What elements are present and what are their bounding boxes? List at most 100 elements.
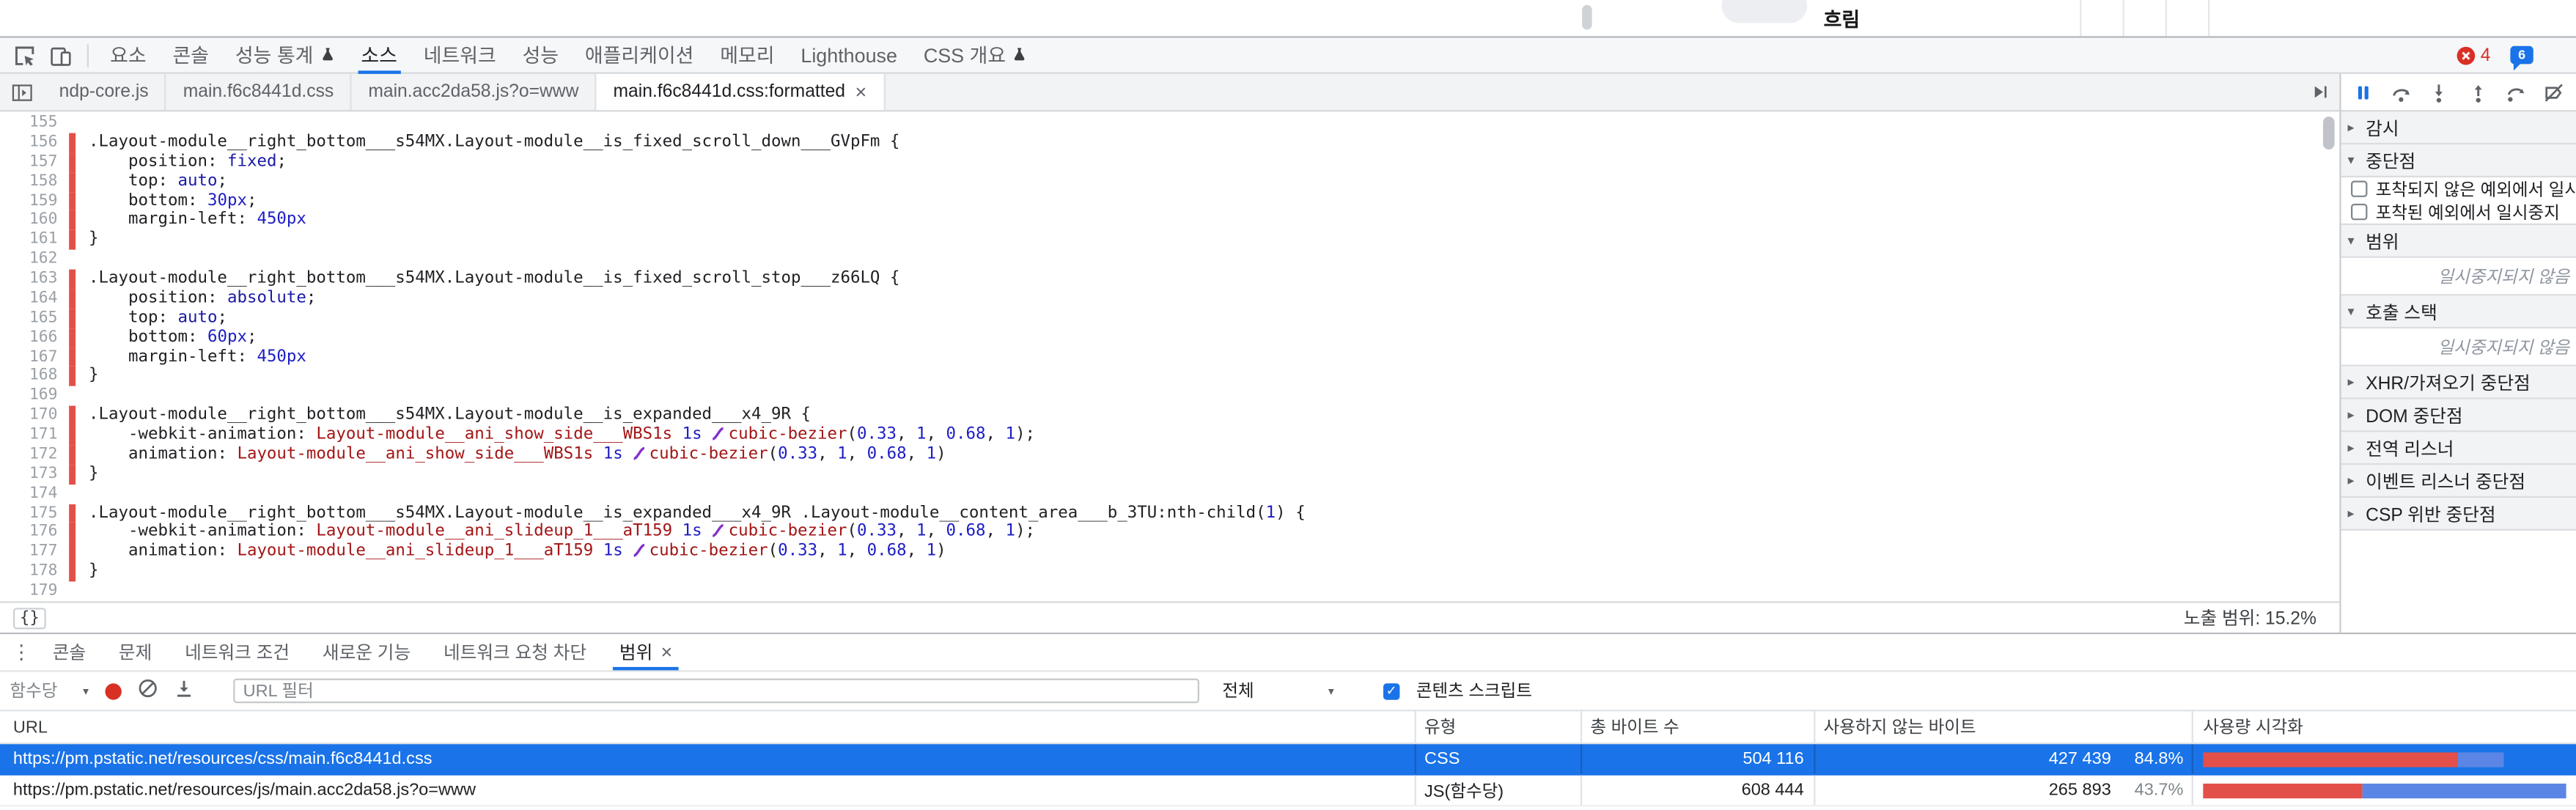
line-number[interactable]: 179 (0, 581, 66, 601)
section-csp-violation-breakpoints[interactable]: ▸ CSP 위반 중단점 (2341, 498, 2576, 531)
line-number[interactable]: 156 (0, 133, 66, 152)
checkbox-unchecked[interactable] (2351, 204, 2367, 220)
line-number[interactable]: 165 (0, 309, 66, 328)
console-error-badge[interactable]: 4 (2456, 45, 2490, 65)
code-line[interactable]: 163.Layout-module__right_bottom___s54MX.… (0, 270, 2339, 290)
page-pill-button[interactable] (1722, 0, 1808, 23)
line-number[interactable]: 174 (0, 484, 66, 504)
line-number[interactable]: 178 (0, 562, 66, 582)
code-editor[interactable]: 155156.Layout-module__right_bottom___s54… (0, 111, 2339, 601)
code-line[interactable]: 172 animation: Layout-module__ani_show_s… (0, 445, 2339, 465)
file-tab-main-css-formatted[interactable]: main.f6c8441d.css:formatted × (597, 74, 885, 110)
step-out-button[interactable] (2463, 77, 2492, 106)
line-number[interactable]: 172 (0, 445, 66, 465)
kebab-menu-icon[interactable]: ⋮ (7, 634, 36, 670)
file-tab-ndp-core[interactable]: ndp-core.js (43, 74, 166, 110)
code-line[interactable]: 178} (0, 562, 2339, 582)
drawer-tab-network-request-blocking[interactable]: 네트워크 요청 차단 (427, 634, 603, 670)
tab-application[interactable]: 애플리케이션 (572, 38, 707, 73)
drawer-tab-issues[interactable]: 문제 (103, 634, 169, 670)
inspect-icon[interactable] (7, 37, 43, 73)
column-header-url[interactable]: URL (0, 711, 1416, 743)
tab-performance-insights[interactable]: 성능 통계 (222, 38, 347, 73)
more-tabs-icon[interactable] (2300, 74, 2340, 110)
line-number[interactable]: 175 (0, 504, 66, 523)
line-number[interactable]: 177 (0, 542, 66, 562)
line-number[interactable]: 176 (0, 523, 66, 543)
table-row[interactable]: https://pm.pstatic.net/resources/css/mai… (0, 744, 2576, 776)
section-call-stack[interactable]: ▾ 호출 스택 (2341, 295, 2576, 328)
step-button[interactable] (2500, 77, 2530, 106)
bezier-curve-swatch[interactable] (712, 427, 725, 447)
pretty-print-button[interactable]: {} (13, 607, 46, 628)
export-coverage-button[interactable] (174, 676, 194, 705)
column-header-usage-visualization[interactable]: 사용량 시각화 (2193, 711, 2576, 743)
close-icon[interactable]: × (855, 82, 866, 102)
section-xhr-breakpoints[interactable]: ▸ XHR/가져오기 중단점 (2341, 367, 2576, 400)
tab-lighthouse[interactable]: Lighthouse (787, 38, 910, 73)
section-scope[interactable]: ▾ 범위 (2341, 225, 2576, 258)
code-line[interactable]: 175.Layout-module__right_bottom___s54MX.… (0, 504, 2339, 523)
pause-button[interactable] (2349, 77, 2378, 106)
code-line[interactable]: 161} (0, 230, 2339, 250)
section-breakpoints[interactable]: ▾ 중단점 (2341, 144, 2576, 177)
line-number[interactable]: 155 (0, 114, 66, 133)
coverage-type-select[interactable]: 함수당 ▾ (10, 679, 89, 704)
line-number[interactable]: 170 (0, 406, 66, 426)
table-row[interactable]: https://pm.pstatic.net/resources/js/main… (0, 776, 2576, 807)
tab-css-overview[interactable]: CSS 개요 (910, 38, 1040, 73)
section-event-listener-breakpoints[interactable]: ▸ 이벤트 리스너 중단점 (2341, 465, 2576, 498)
code-line[interactable]: 176 -webkit-animation: Layout-module__an… (0, 523, 2339, 543)
line-number[interactable]: 164 (0, 289, 66, 309)
tab-performance[interactable]: 성능 (509, 38, 572, 73)
tab-sources[interactable]: 소스 (347, 38, 410, 73)
line-number[interactable]: 163 (0, 270, 66, 290)
code-line[interactable]: 168} (0, 367, 2339, 387)
code-line[interactable]: 159 bottom: 30px; (0, 191, 2339, 211)
issues-badge[interactable]: 6 (2510, 46, 2533, 65)
pause-caught-exceptions-row[interactable]: 포착된 예외에서 일시중지 (2341, 200, 2576, 223)
url-filter-input[interactable] (233, 679, 1199, 704)
editor-scrollbar[interactable] (2323, 114, 2338, 602)
line-number[interactable]: 157 (0, 152, 66, 172)
code-line[interactable]: 173} (0, 465, 2339, 485)
step-over-button[interactable] (2387, 77, 2416, 106)
code-line[interactable]: 165 top: auto; (0, 309, 2339, 328)
bezier-curve-swatch[interactable] (712, 525, 725, 545)
line-number[interactable]: 173 (0, 465, 66, 485)
record-coverage-button[interactable] (105, 682, 121, 699)
code-line[interactable]: 179 (0, 581, 2339, 601)
page-scrollbar-thumb[interactable] (1582, 5, 1591, 30)
drawer-tab-console[interactable]: 콘솔 (36, 634, 102, 670)
tab-memory[interactable]: 메모리 (707, 38, 787, 73)
line-number[interactable]: 162 (0, 250, 66, 270)
deactivate-breakpoints-button[interactable] (2539, 77, 2568, 106)
file-tab-main-js[interactable]: main.acc2da58.js?o=www (352, 74, 597, 110)
code-line[interactable]: 156.Layout-module__right_bottom___s54MX.… (0, 133, 2339, 152)
line-number[interactable]: 161 (0, 230, 66, 250)
code-line[interactable]: 171 -webkit-animation: Layout-module__an… (0, 425, 2339, 445)
code-line[interactable]: 164 position: absolute; (0, 289, 2339, 309)
device-toolbar-icon[interactable] (43, 37, 78, 73)
code-line[interactable]: 162 (0, 250, 2339, 270)
tab-console[interactable]: 콘솔 (160, 38, 222, 73)
code-line[interactable]: 177 animation: Layout-module__ani_slideu… (0, 542, 2339, 562)
bezier-curve-swatch[interactable] (633, 446, 646, 466)
line-number[interactable]: 159 (0, 191, 66, 211)
drawer-tab-network-conditions[interactable]: 네트워크 조건 (169, 634, 306, 670)
step-into-button[interactable] (2425, 77, 2454, 106)
code-line[interactable]: 169 (0, 386, 2339, 406)
code-line[interactable]: 167 margin-left: 450px (0, 347, 2339, 367)
line-number[interactable]: 169 (0, 386, 66, 406)
section-dom-breakpoints[interactable]: ▸ DOM 중단점 (2341, 400, 2576, 432)
column-header-type[interactable]: 유형 (1416, 711, 1582, 743)
code-line[interactable]: 160 margin-left: 450px (0, 211, 2339, 231)
code-line[interactable]: 157 position: fixed; (0, 152, 2339, 172)
toggle-navigator-icon[interactable] (0, 74, 43, 110)
code-line[interactable]: 155 (0, 114, 2339, 133)
line-number[interactable]: 168 (0, 367, 66, 387)
section-watch[interactable]: ▸ 감시 (2341, 111, 2576, 144)
tab-network[interactable]: 네트워크 (411, 38, 509, 73)
line-number[interactable]: 158 (0, 172, 66, 191)
drawer-tab-coverage[interactable]: 범위 × (603, 634, 689, 670)
